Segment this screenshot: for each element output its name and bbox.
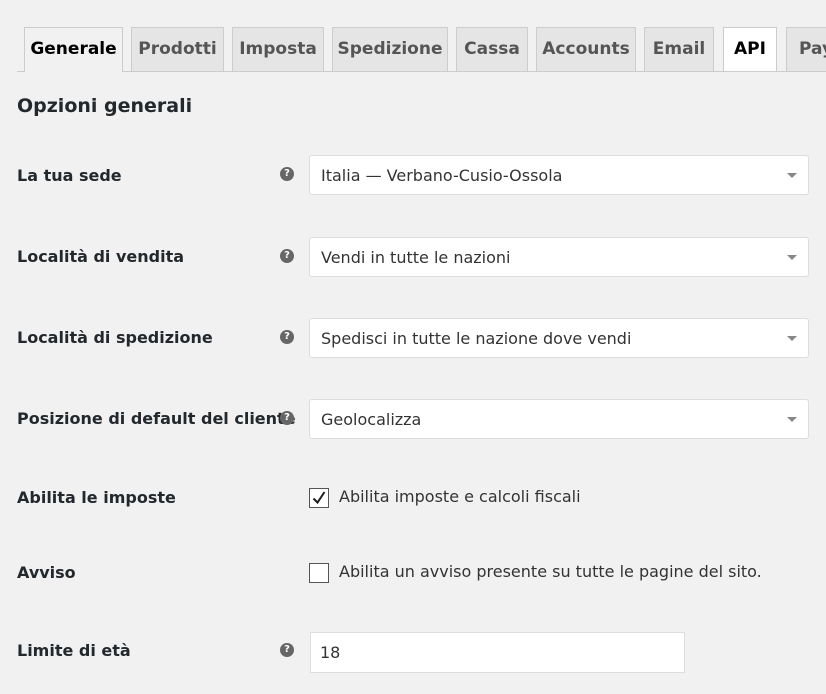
chevron-down-icon [787, 173, 797, 178]
selling-location-select[interactable]: Vendi in tutte le nazioni [309, 237, 809, 277]
help-icon[interactable]: ? [280, 330, 294, 344]
selling-location-value: Vendi in tutte le nazioni [321, 248, 511, 267]
tab-cassa[interactable]: Cassa [456, 27, 528, 71]
tab-pay[interactable]: Pay [786, 27, 826, 71]
help-icon[interactable]: ? [280, 643, 294, 657]
chevron-down-icon [787, 255, 797, 260]
tab-imposta[interactable]: Imposta [232, 27, 324, 71]
default-customer-location-value: Geolocalizza [321, 410, 422, 429]
age-limit-label: Limite di età [17, 641, 131, 660]
store-notice-checkbox[interactable] [309, 563, 329, 583]
tab-accounts[interactable]: Accounts [536, 27, 636, 71]
tab-prodotti[interactable]: Prodotti [131, 27, 224, 71]
chevron-down-icon [787, 336, 797, 341]
store-notice-checkbox-label[interactable]: Abilita un avviso presente su tutte le p… [339, 562, 762, 581]
store-notice-label: Avviso [17, 563, 76, 582]
tab-email[interactable]: Email [644, 27, 714, 71]
shipping-location-label: Località di spedizione [17, 328, 213, 347]
store-location-select[interactable]: Italia — Verbano-Cusio-Ossola [309, 155, 809, 195]
shipping-location-value: Spedisci in tutte le nazione dove vendi [321, 329, 632, 348]
enable-taxes-checkbox[interactable] [309, 488, 329, 508]
default-customer-location-label: Posizione di default del cliente [17, 409, 296, 428]
help-icon[interactable]: ? [280, 411, 294, 425]
help-icon[interactable]: ? [280, 249, 294, 263]
section-title: Opzioni generali [17, 95, 193, 117]
help-icon[interactable]: ? [280, 167, 294, 181]
selling-location-label: Località di vendita [17, 247, 185, 266]
default-customer-location-select[interactable]: Geolocalizza [309, 399, 809, 439]
tab-bar-divider [17, 71, 826, 72]
tab-generale[interactable]: Generale [24, 27, 123, 72]
age-limit-input[interactable] [310, 632, 685, 673]
settings-tab-bar: Generale Prodotti Imposta Spedizione Cas… [0, 0, 826, 72]
store-location-value: Italia — Verbano-Cusio-Ossola [321, 166, 563, 185]
tab-spedizione[interactable]: Spedizione [332, 27, 448, 71]
chevron-down-icon [787, 417, 797, 422]
store-location-label: La tua sede [17, 166, 122, 185]
checkmark-icon [312, 491, 326, 505]
enable-taxes-checkbox-label[interactable]: Abilita imposte e calcoli fiscali [339, 487, 581, 506]
shipping-location-select[interactable]: Spedisci in tutte le nazione dove vendi [309, 318, 809, 358]
tab-api[interactable]: API [723, 27, 777, 71]
enable-taxes-label: Abilita le imposte [17, 488, 176, 507]
